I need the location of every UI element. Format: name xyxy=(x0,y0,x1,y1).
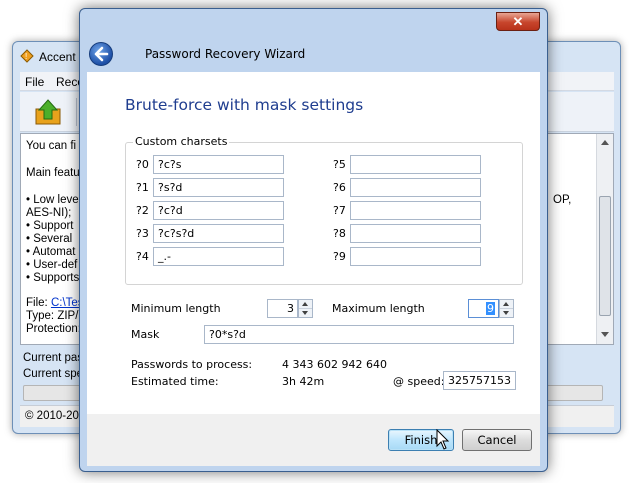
charset-5-label: ?5 xyxy=(333,158,346,171)
charset-7-label: ?7 xyxy=(333,204,346,217)
estimated-time-value: 3h 42m xyxy=(282,375,325,388)
charset-3-label: ?3 xyxy=(136,227,149,240)
info-line: Main featu xyxy=(26,167,80,179)
max-length-input[interactable]: 9 xyxy=(468,299,499,318)
protection-line: Protection: xyxy=(26,323,81,335)
min-length-up-button[interactable] xyxy=(299,300,312,309)
type-line: Type: ZIP/( xyxy=(26,310,83,322)
charset-7-input[interactable] xyxy=(350,201,481,220)
mask-input[interactable]: ?0*s?d xyxy=(204,325,514,344)
speed-input[interactable]: 325757153 xyxy=(443,371,516,390)
min-length-input[interactable]: 3 xyxy=(267,299,298,318)
info-line: • Automat xyxy=(26,246,76,258)
file-line: File: C:\Tes xyxy=(26,297,84,309)
current-speed-label: Current spe xyxy=(23,368,84,380)
max-length-up-button[interactable] xyxy=(500,300,513,309)
estimated-time-label: Estimated time: xyxy=(131,375,219,388)
vertical-scrollbar[interactable] xyxy=(596,134,613,344)
min-length-down-button[interactable] xyxy=(299,309,312,318)
max-length-label: Maximum length xyxy=(332,302,425,315)
scroll-thumb[interactable] xyxy=(599,196,611,316)
speed-label: @ speed: xyxy=(393,375,445,388)
charset-9-input[interactable] xyxy=(350,247,481,266)
charset-4-label: ?4 xyxy=(136,250,149,263)
charset-6-input[interactable] xyxy=(350,178,481,197)
arrow-up-icon xyxy=(503,302,509,306)
max-length-value: 9 xyxy=(486,302,495,315)
start-recovery-icon[interactable] xyxy=(33,97,63,127)
mask-label: Mask xyxy=(131,328,160,341)
back-arrow-icon[interactable] xyxy=(89,42,113,66)
cancel-button[interactable]: Cancel xyxy=(462,429,532,451)
min-length-spinner[interactable] xyxy=(298,299,313,318)
charset-2-label: ?2 xyxy=(136,204,149,217)
custom-charsets-label: Custom charsets xyxy=(133,135,230,148)
info-line: • User-def xyxy=(26,259,78,271)
scroll-up-icon[interactable] xyxy=(601,140,609,145)
charset-1-input[interactable]: ?s?d xyxy=(153,178,284,197)
dialog-title: Password Recovery Wizard xyxy=(145,47,306,61)
charset-0-input[interactable]: ?c?s xyxy=(153,155,284,174)
charset-8-label: ?8 xyxy=(333,227,346,240)
current-password-label: Current pas xyxy=(23,352,84,364)
max-length-down-button[interactable] xyxy=(500,309,513,318)
max-length-spinner[interactable] xyxy=(499,299,514,318)
arrow-down-icon xyxy=(302,311,308,315)
passwords-to-process-value: 4 343 602 942 640 xyxy=(282,358,387,371)
arrow-up-icon xyxy=(302,302,308,306)
password-recovery-wizard-dialog: ✕ Password Recovery Wizard Brute-force w… xyxy=(79,8,548,472)
copyright-text: © 2010-201 xyxy=(25,410,86,422)
toolbar-separator xyxy=(76,98,77,126)
close-button[interactable]: ✕ xyxy=(496,12,540,31)
dialog-footer: Finish Cancel xyxy=(87,414,540,466)
svg-text:!: ! xyxy=(25,52,27,61)
dialog-body: Brute-force with mask settings Custom ch… xyxy=(87,72,540,414)
mouse-cursor-icon xyxy=(436,429,450,450)
passwords-to-process-label: Passwords to process: xyxy=(131,358,253,371)
info-line: AES-NI); xyxy=(26,207,72,219)
custom-charsets-group: Custom charsets ?0 ?c?s ?1 ?s?d ?2 ?c?d … xyxy=(125,135,523,285)
arrow-down-icon xyxy=(503,311,509,315)
charset-2-input[interactable]: ?c?d xyxy=(153,201,284,220)
info-line: You can fi xyxy=(26,140,77,152)
min-length-label: Minimum length xyxy=(131,302,221,315)
info-line: • Supports xyxy=(26,272,80,284)
charset-4-input[interactable]: _.- xyxy=(153,247,284,266)
charset-3-input[interactable]: ?c?s?d xyxy=(153,224,284,243)
charset-5-input[interactable] xyxy=(350,155,481,174)
info-line: • Support xyxy=(26,220,74,232)
charset-9-label: ?9 xyxy=(333,250,346,263)
charset-1-label: ?1 xyxy=(136,181,149,194)
charset-0-label: ?0 xyxy=(136,158,149,171)
charset-8-input[interactable] xyxy=(350,224,481,243)
charset-6-label: ?6 xyxy=(333,181,346,194)
scroll-down-icon[interactable] xyxy=(601,332,609,337)
info-line: • Several xyxy=(26,233,73,245)
file-label: File: xyxy=(26,297,48,309)
menu-file[interactable]: File xyxy=(25,75,44,89)
page-heading: Brute-force with mask settings xyxy=(125,96,364,114)
info-line-tail: OP, xyxy=(553,194,572,206)
info-line: • Low leve xyxy=(26,194,79,206)
app-icon: ! xyxy=(20,49,34,63)
